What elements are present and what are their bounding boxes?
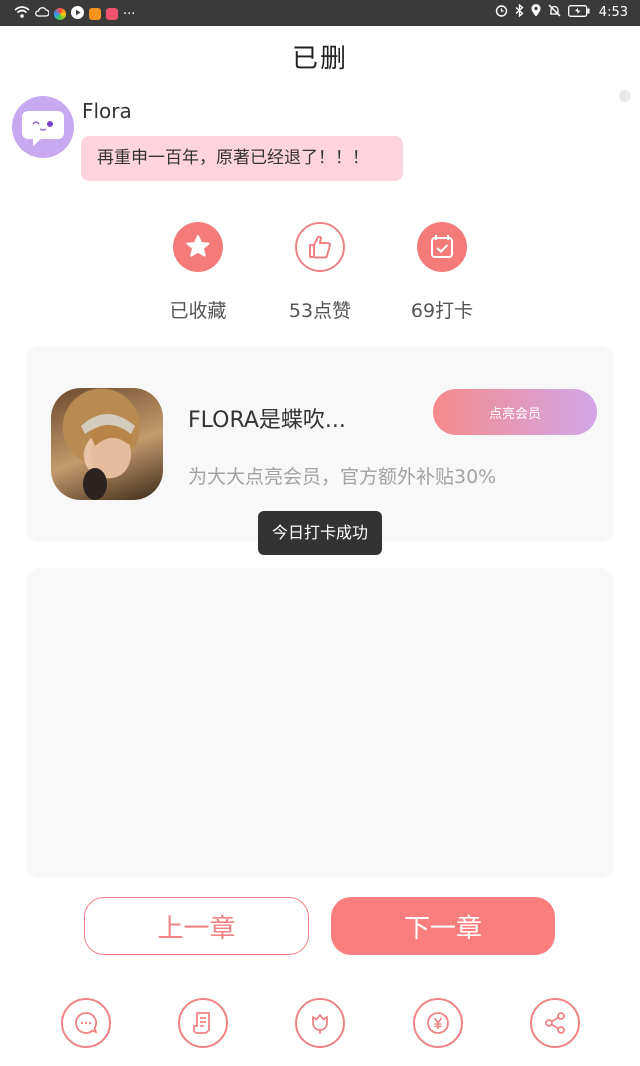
checkin-count-label: 69打卡 xyxy=(410,300,474,322)
checkin-stat[interactable]: 69打卡 xyxy=(382,222,502,323)
thumbs-up-icon[interactable] xyxy=(295,222,345,272)
status-time: 4:53 xyxy=(598,5,628,20)
app-icon-orange xyxy=(89,8,101,20)
avatar[interactable] xyxy=(12,96,74,158)
more-notifications: ··· xyxy=(123,6,136,22)
flower-icon[interactable] xyxy=(295,998,345,1048)
chat-mascot-icon xyxy=(22,111,64,146)
next-chapter-button[interactable]: 下一章 xyxy=(331,897,555,955)
content-area xyxy=(26,568,614,878)
like-count-label: 53点赞 xyxy=(288,300,352,322)
activate-membership-button[interactable]: 点亮会员 xyxy=(433,389,597,435)
favorite-label: 已收藏 xyxy=(169,300,227,322)
author-name[interactable]: Flora xyxy=(82,99,132,123)
app-icon-colorful xyxy=(54,8,66,20)
checkin-toast: 今日打卡成功 xyxy=(258,511,382,555)
calendar-check-icon[interactable] xyxy=(417,222,467,272)
cloud-icon xyxy=(35,5,50,23)
mute-icon xyxy=(548,4,561,21)
like-stat[interactable]: 53点赞 xyxy=(260,222,380,323)
status-bar-left: ··· xyxy=(14,5,135,23)
author-avatar-image[interactable] xyxy=(51,388,163,500)
status-bar-right: 4:53 xyxy=(495,3,628,21)
prev-chapter-button[interactable]: 上一章 xyxy=(84,897,309,955)
location-icon xyxy=(531,4,541,21)
bluetooth-icon xyxy=(515,3,524,21)
favorite-stat[interactable]: 已收藏 xyxy=(138,222,258,323)
notes-icon[interactable] xyxy=(178,998,228,1048)
scroll-indicator xyxy=(619,90,631,102)
member-subtitle: 为大大点亮会员，官方额外补贴30% xyxy=(188,466,497,488)
author-nickname: FLORA是蝶吹... xyxy=(188,408,346,433)
battery-icon xyxy=(567,4,590,21)
comment-icon[interactable] xyxy=(61,998,111,1048)
message-bubble: 再重申一百年，原著已经退了！！！ xyxy=(81,136,403,181)
alarm-icon xyxy=(495,4,508,21)
page-title: 已删 xyxy=(291,44,348,74)
star-icon[interactable] xyxy=(173,222,223,272)
share-icon[interactable] xyxy=(530,998,580,1048)
yen-coin-icon[interactable] xyxy=(413,998,463,1048)
play-icon xyxy=(71,5,84,23)
status-bar: ··· 4:53 xyxy=(0,0,640,26)
wifi-icon xyxy=(14,5,30,23)
app-icon-red xyxy=(106,8,118,20)
